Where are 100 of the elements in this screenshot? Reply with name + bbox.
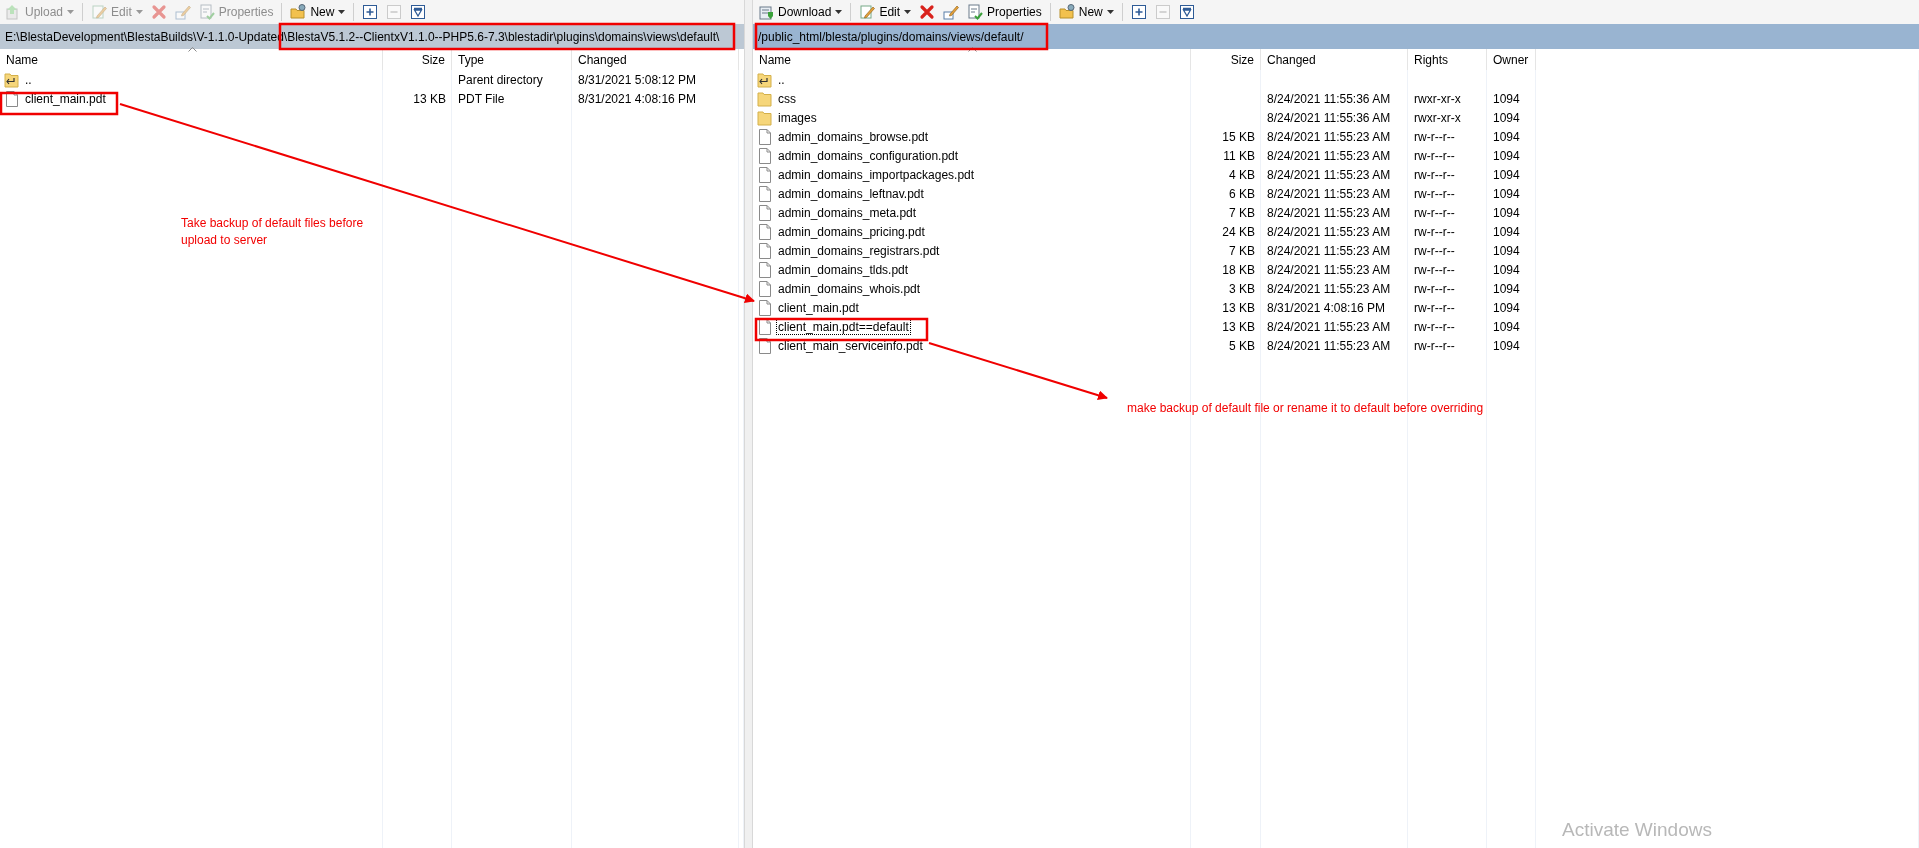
owner: 1094 [1492, 300, 1521, 315]
properties-icon [198, 4, 215, 20]
file-icon [757, 318, 773, 335]
column-header[interactable]: Name [0, 49, 383, 70]
modified-date: 8/31/2021 5:08:12 PM [577, 72, 698, 87]
caret-icon [338, 10, 346, 14]
modified-date: 8/31/2021 4:08:16 PM [1266, 300, 1387, 315]
file-icon [757, 166, 773, 183]
file-name[interactable]: client_main.pdt [777, 300, 860, 315]
edit-icon [91, 4, 108, 20]
file-name[interactable]: admin_domains_registrars.pdt [777, 243, 941, 258]
new-folder-icon [290, 4, 307, 20]
properties-button[interactable]: Properties [964, 1, 1045, 23]
file-icon [757, 128, 773, 145]
owner: 1094 [1492, 319, 1521, 334]
edit-button[interactable]: Edit [856, 1, 915, 23]
file-size: 18 KB [1221, 262, 1256, 277]
file-name[interactable]: admin_domains_browse.pdt [777, 129, 930, 144]
permissions: rw-r--r-- [1413, 319, 1456, 334]
column-header[interactable]: Rights [1408, 49, 1487, 70]
modified-date: 8/31/2021 4:08:16 PM [577, 91, 698, 106]
owner: 1094 [1492, 186, 1521, 201]
rename-icon [943, 4, 960, 20]
file-name[interactable]: admin_domains_tlds.pdt [777, 262, 910, 277]
file-name[interactable]: client_main.pdt==default [777, 319, 910, 334]
column-header[interactable]: Owner [1487, 49, 1536, 70]
filter-icon [1178, 4, 1195, 20]
permissions: rw-r--r-- [1413, 300, 1456, 315]
permissions: rw-r--r-- [1413, 205, 1456, 220]
modified-date: 8/24/2021 11:55:23 AM [1266, 338, 1392, 353]
file-icon [757, 280, 773, 297]
new-button[interactable]: New [1055, 1, 1117, 23]
owner: 1094 [1492, 110, 1521, 125]
delete-icon [919, 4, 936, 20]
file-size: 6 KB [1228, 186, 1256, 201]
folder-up-icon [4, 71, 20, 88]
permissions: rw-r--r-- [1413, 281, 1456, 296]
column-header[interactable]: Changed [1261, 49, 1408, 70]
minus-icon [386, 4, 403, 20]
permissions: rw-r--r-- [1413, 129, 1456, 144]
new-button[interactable]: New [287, 1, 349, 23]
modified-date: 8/24/2021 11:55:36 AM [1266, 91, 1392, 106]
file-icon [757, 299, 773, 316]
download-button[interactable]: Download [755, 1, 846, 23]
file-name[interactable]: admin_domains_leftnav.pdt [777, 186, 925, 201]
file-name[interactable]: admin_domains_whois.pdt [777, 281, 922, 296]
folder-icon [757, 90, 773, 107]
file-name[interactable]: admin_domains_configuration.pdt [777, 148, 960, 163]
column-header[interactable]: Type [452, 49, 572, 70]
file-name[interactable]: admin_domains_importpackages.pdt [777, 167, 976, 182]
path-bar[interactable]: /public_html/blesta/plugins/domains/views/default/ [753, 24, 1919, 49]
file-icon [757, 185, 773, 202]
caret-icon [135, 10, 143, 14]
column-header[interactable]: Size [1191, 49, 1261, 70]
file-name[interactable]: client_main_serviceinfo.pdt [777, 338, 924, 353]
owner: 1094 [1492, 167, 1521, 182]
owner: 1094 [1492, 281, 1521, 296]
folder-icon [757, 109, 773, 126]
owner: 1094 [1492, 148, 1521, 163]
owner: 1094 [1492, 205, 1521, 220]
column-header[interactable]: Size [383, 49, 452, 70]
file-icon [757, 147, 773, 164]
file-name[interactable]: images [777, 110, 818, 125]
modified-date: 8/24/2021 11:55:23 AM [1266, 129, 1392, 144]
caret-icon [67, 10, 75, 14]
modified-date: 8/24/2021 11:55:23 AM [1266, 319, 1392, 334]
new-folder-icon [1058, 4, 1075, 20]
file-size: 13 KB [1221, 300, 1256, 315]
edit-icon [859, 4, 876, 20]
permissions: rw-r--r-- [1413, 262, 1456, 277]
file-icon [757, 337, 773, 354]
owner: 1094 [1492, 129, 1521, 144]
modified-date: 8/24/2021 11:55:23 AM [1266, 281, 1392, 296]
file-name[interactable]: client_main.pdt [24, 91, 107, 106]
file-name[interactable]: admin_domains_pricing.pdt [777, 224, 926, 239]
permissions: rw-r--r-- [1413, 243, 1456, 258]
column-header[interactable]: Changed [572, 49, 739, 70]
file-size: 11 KB [1222, 148, 1256, 163]
file-name[interactable]: .. [777, 72, 786, 87]
file-size: 7 KB [1228, 243, 1256, 258]
plus-icon [362, 4, 379, 20]
caret-icon [835, 10, 843, 14]
column-header[interactable]: Name [753, 49, 1191, 70]
modified-date: 8/24/2021 11:55:23 AM [1266, 243, 1392, 258]
permissions: rwxr-xr-x [1413, 91, 1462, 106]
file-size: 13 KB [412, 91, 447, 106]
file-type: Parent directory [457, 72, 544, 87]
modified-date: 8/24/2021 11:55:23 AM [1266, 148, 1392, 163]
file-icon [757, 261, 773, 278]
permissions: rw-r--r-- [1413, 148, 1456, 163]
file-name[interactable]: .. [24, 72, 33, 87]
modified-date: 8/24/2021 11:55:23 AM [1266, 224, 1392, 239]
file-name[interactable]: admin_domains_meta.pdt [777, 205, 918, 220]
file-size: 4 KB [1228, 167, 1256, 182]
file-name[interactable]: css [777, 91, 797, 106]
owner: 1094 [1492, 243, 1521, 258]
file-icon [757, 242, 773, 259]
file-size: 5 KB [1228, 338, 1256, 353]
file-size: 13 KB [1221, 319, 1256, 334]
file-icon [4, 90, 20, 107]
